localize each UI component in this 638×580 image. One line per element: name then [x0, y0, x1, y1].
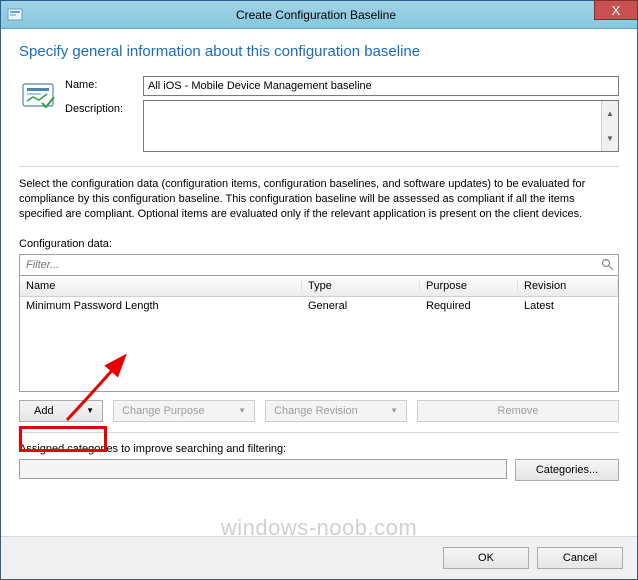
- description-scroll[interactable]: ▲ ▼: [601, 101, 618, 151]
- page-heading: Specify general information about this c…: [19, 43, 619, 60]
- grid-buttons: Add ▼ Change Purpose ▼ Change Revision ▼…: [19, 400, 619, 422]
- close-button[interactable]: X: [594, 0, 638, 20]
- scroll-up-icon[interactable]: ▲: [602, 101, 618, 126]
- divider: [19, 432, 619, 433]
- search-icon[interactable]: [596, 258, 618, 271]
- chevron-down-icon: ▼: [86, 406, 94, 415]
- grid-header: Name Type Purpose Revision: [20, 276, 618, 297]
- close-icon: X: [612, 3, 621, 18]
- remove-button: Remove: [417, 400, 619, 422]
- remove-label: Remove: [498, 405, 539, 417]
- filter-box: [19, 254, 619, 276]
- cell-type: General: [302, 300, 420, 312]
- filter-input[interactable]: [20, 255, 596, 275]
- name-input[interactable]: [143, 76, 619, 96]
- divider: [19, 166, 619, 167]
- cell-name: Minimum Password Length: [20, 300, 302, 312]
- col-purpose[interactable]: Purpose: [420, 280, 518, 292]
- table-row[interactable]: Minimum Password Length General Required…: [20, 297, 618, 315]
- ok-label: OK: [478, 552, 494, 564]
- window-title: Create Configuration Baseline: [29, 8, 637, 22]
- baseline-icon: [19, 76, 59, 116]
- categories-label: Assigned categories to improve searching…: [19, 443, 619, 455]
- cancel-button[interactable]: Cancel: [537, 547, 623, 569]
- config-data-label: Configuration data:: [19, 238, 619, 250]
- help-text: Select the configuration data (configura…: [19, 177, 619, 222]
- cancel-label: Cancel: [563, 552, 597, 564]
- add-label: Add: [34, 405, 54, 417]
- config-data-grid: Name Type Purpose Revision Minimum Passw…: [19, 276, 619, 392]
- col-revision[interactable]: Revision: [518, 280, 618, 292]
- dialog-body: Specify general information about this c…: [1, 29, 637, 491]
- chevron-down-icon: ▼: [238, 406, 246, 415]
- add-button[interactable]: Add ▼: [19, 400, 103, 422]
- change-revision-label: Change Revision: [274, 405, 358, 417]
- dialog-footer: OK Cancel: [1, 536, 637, 579]
- change-purpose-label: Change Purpose: [122, 405, 205, 417]
- col-type[interactable]: Type: [302, 280, 420, 292]
- description-wrap: ▲ ▼: [143, 100, 619, 152]
- cell-purpose: Required: [420, 300, 518, 312]
- general-info: Name: Description: ▲ ▼: [19, 76, 619, 156]
- col-name[interactable]: Name: [20, 280, 302, 292]
- ok-button[interactable]: OK: [443, 547, 529, 569]
- scroll-down-icon[interactable]: ▼: [602, 126, 618, 151]
- categories-display: [19, 459, 507, 479]
- categories-btn-label: Categories...: [536, 464, 598, 476]
- categories-row: Categories...: [19, 459, 619, 481]
- change-purpose-button: Change Purpose ▼: [113, 400, 255, 422]
- app-icon: [7, 7, 23, 23]
- chevron-down-icon: ▼: [390, 406, 398, 415]
- description-label: Description:: [65, 100, 143, 115]
- description-input[interactable]: [144, 101, 601, 151]
- categories-button[interactable]: Categories...: [515, 459, 619, 481]
- change-revision-button: Change Revision ▼: [265, 400, 407, 422]
- name-label: Name:: [65, 76, 143, 91]
- titlebar: Create Configuration Baseline X: [1, 1, 637, 29]
- cell-revision: Latest: [518, 300, 618, 312]
